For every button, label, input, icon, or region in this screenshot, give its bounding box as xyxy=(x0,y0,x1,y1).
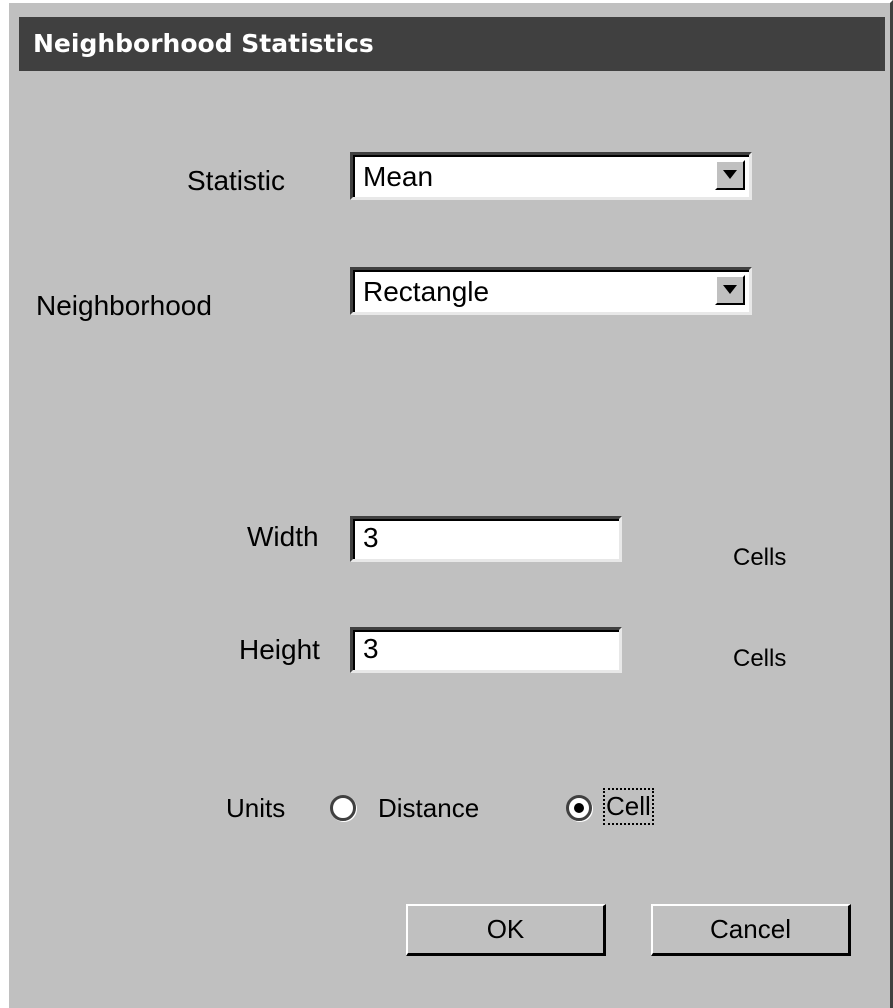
chevron-down-icon[interactable] xyxy=(715,160,745,190)
height-label: Height xyxy=(239,634,320,665)
width-label: Width xyxy=(247,521,319,552)
statistic-dropdown-value: Mean xyxy=(363,161,434,192)
chevron-down-icon[interactable] xyxy=(715,275,745,305)
width-input[interactable]: 3 xyxy=(350,516,622,562)
units-distance-label[interactable]: Distance xyxy=(378,793,479,824)
neighborhood-dropdown[interactable]: Rectangle xyxy=(350,267,752,315)
units-distance-radio[interactable] xyxy=(330,795,356,821)
neighborhood-dropdown-value: Rectangle xyxy=(363,276,490,307)
height-input[interactable]: 3 xyxy=(350,627,622,673)
units-label: Units xyxy=(226,793,286,823)
statistic-dropdown[interactable]: Mean xyxy=(350,152,752,200)
neighborhood-label: Neighborhood xyxy=(36,290,212,321)
window-title: Neighborhood Statistics xyxy=(19,17,885,71)
height-unit-label: Cells xyxy=(733,645,787,672)
units-cell-label[interactable]: Cell xyxy=(603,788,654,825)
cancel-button[interactable]: Cancel xyxy=(651,904,851,956)
units-cell-radio[interactable] xyxy=(566,795,592,821)
ok-button[interactable]: OK xyxy=(406,904,606,956)
width-unit-label: Cells xyxy=(733,544,787,571)
statistic-label: Statistic xyxy=(187,165,286,196)
